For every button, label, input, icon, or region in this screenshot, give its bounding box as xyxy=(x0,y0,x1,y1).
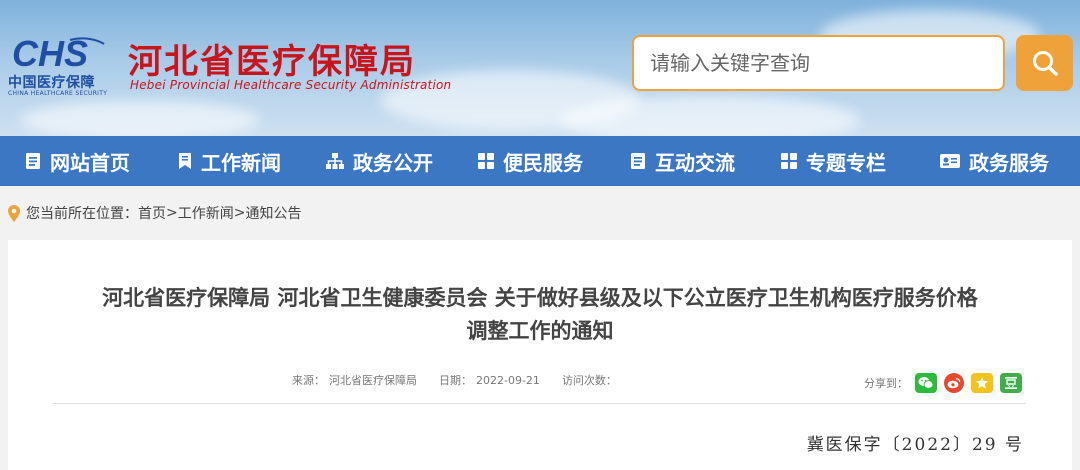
site-header: CHS 中国医疗保障 CHINA HEALTHCARE SECURITY 河北省… xyxy=(0,0,1080,136)
nav-item-topics[interactable]: 专题专栏 xyxy=(758,136,908,186)
nav-label: 便民服务 xyxy=(503,150,583,175)
article-title-line1: 河北省医疗保障局 河北省卫生健康委员会 关于做好县级及以下公立医疗卫生机构医疗服… xyxy=(102,286,978,310)
search-icon xyxy=(1032,51,1058,76)
nav-item-gov-open[interactable]: 政务公开 xyxy=(304,136,454,186)
breadcrumb-separator: > xyxy=(233,205,246,221)
nav-item-gov-services[interactable]: 政务服务 xyxy=(908,136,1080,186)
share-label: 分享到： xyxy=(864,377,908,390)
breadcrumb-prefix: 您当前所在位置： xyxy=(26,206,138,222)
article-panel: 河北省医疗保障局 河北省卫生健康委员会 关于做好县级及以下公立医疗卫生机构医疗服… xyxy=(8,240,1072,470)
nav-item-home[interactable]: 网站首页 xyxy=(0,136,154,186)
breadcrumb-notices[interactable]: 通知公告 xyxy=(245,203,301,223)
nav-label: 政务公开 xyxy=(353,150,433,175)
sitemap-icon xyxy=(325,152,345,170)
wechat-share-icon[interactable] xyxy=(915,373,937,393)
nav-label: 政务服务 xyxy=(969,150,1049,175)
grid-icon xyxy=(780,152,798,170)
breadcrumb-separator: > xyxy=(166,205,178,221)
source-label: 来源： xyxy=(292,374,325,387)
logo-cn-text: 中国医疗保障 xyxy=(8,75,95,91)
article-title-line2: 调整工作的通知 xyxy=(466,319,614,343)
site-subtitle: Hebei Provincial Healthcare Security Adm… xyxy=(130,78,452,92)
grid-icon xyxy=(477,152,495,170)
nav-item-interaction[interactable]: 互动交流 xyxy=(606,136,758,186)
site-title: 河北省医疗保障局 xyxy=(128,42,416,82)
nav-item-news[interactable]: 工作新闻 xyxy=(154,136,304,186)
document-icon xyxy=(24,152,42,170)
id-card-icon xyxy=(939,153,961,169)
breadcrumb-home[interactable]: 首页 xyxy=(138,203,166,223)
share-bar: 分享到： xyxy=(864,373,1022,393)
nav-item-services[interactable]: 便民服务 xyxy=(454,136,606,186)
meta-divider xyxy=(53,403,1026,404)
chs-logo-mark: CHS xyxy=(12,34,105,72)
article-meta: 来源： 河北省医疗保障局 日期： 2022-09-21 访问次数： xyxy=(292,372,623,388)
document-number: 冀医保字〔2022〕29 号 xyxy=(806,435,1024,455)
document-icon xyxy=(629,152,647,170)
nav-label: 专题专栏 xyxy=(806,150,886,175)
nav-label: 互动交流 xyxy=(655,150,735,175)
search-input[interactable] xyxy=(632,35,1005,91)
logo-en-text: CHINA HEALTHCARE SECURITY xyxy=(8,90,108,97)
douban-share-icon[interactable] xyxy=(1000,373,1022,393)
site-logo[interactable]: CHS 中国医疗保障 CHINA HEALTHCARE SECURITY xyxy=(8,34,108,97)
date-value: 2022-09-21 xyxy=(476,374,540,387)
source-value: 河北省医疗保障局 xyxy=(329,374,417,387)
nav-label: 网站首页 xyxy=(50,150,130,175)
date-label: 日期： xyxy=(439,374,472,387)
visits-label: 访问次数： xyxy=(561,374,617,387)
main-nav: 网站首页 工作新闻 政务公开 便民服务 互动交流 专题专栏 政务服务 xyxy=(0,136,1080,186)
bookmark-icon xyxy=(177,152,193,170)
breadcrumb: 您当前所在位置： 首页 > 工作新闻 > 通知公告 xyxy=(8,202,301,224)
article-title: 河北省医疗保障局 河北省卫生健康委员会 关于做好县级及以下公立医疗卫生机构医疗服… xyxy=(8,282,1072,348)
weibo-share-icon[interactable] xyxy=(944,373,964,393)
qzone-share-icon[interactable] xyxy=(971,373,993,393)
location-pin-icon xyxy=(8,204,20,222)
svg-text:CHS: CHS xyxy=(12,34,88,72)
search-button[interactable] xyxy=(1016,35,1073,91)
breadcrumb-news[interactable]: 工作新闻 xyxy=(178,203,234,223)
nav-label: 工作新闻 xyxy=(201,150,281,175)
